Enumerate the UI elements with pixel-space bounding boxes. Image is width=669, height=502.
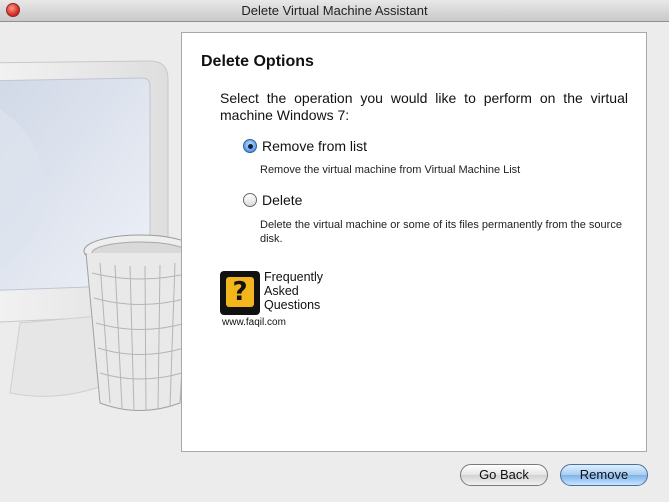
- section-heading: Delete Options: [201, 53, 314, 70]
- faq-line: Asked: [264, 284, 299, 298]
- faq-url: www.faqil.com: [222, 317, 286, 328]
- window-title: Delete Virtual Machine Assistant: [241, 3, 428, 18]
- radio-remove-from-list[interactable]: [243, 139, 257, 153]
- faq-line: Questions: [264, 298, 321, 312]
- remove-button[interactable]: Remove: [560, 464, 648, 486]
- option-description: Delete the virtual machine or some of it…: [260, 219, 622, 245]
- instruction-text: Select the operation you would like to p…: [220, 90, 628, 123]
- question-mark-glyph: ?: [226, 277, 254, 307]
- option-delete[interactable]: Delete: [243, 192, 302, 208]
- option-label[interactable]: Delete: [262, 192, 302, 208]
- content-panel: Delete Options Select the operation you …: [181, 32, 647, 452]
- option-remove-from-list[interactable]: Remove from list: [243, 138, 367, 154]
- question-mark-icon: ?: [220, 271, 260, 315]
- radio-delete[interactable]: [243, 193, 257, 207]
- option-label[interactable]: Remove from list: [262, 138, 367, 154]
- go-back-button[interactable]: Go Back: [460, 464, 548, 486]
- faq-text: Frequently Asked Questions: [264, 270, 323, 312]
- faq-watermark: ? Frequently Asked Questions www.faqil.c…: [220, 269, 329, 329]
- faq-line: Frequently: [264, 270, 324, 284]
- monitor-trash-illustration: [0, 60, 195, 412]
- title-bar: Delete Virtual Machine Assistant: [0, 0, 669, 22]
- option-description: Remove the virtual machine from Virtual …: [260, 164, 521, 176]
- assistant-illustration: [0, 23, 195, 453]
